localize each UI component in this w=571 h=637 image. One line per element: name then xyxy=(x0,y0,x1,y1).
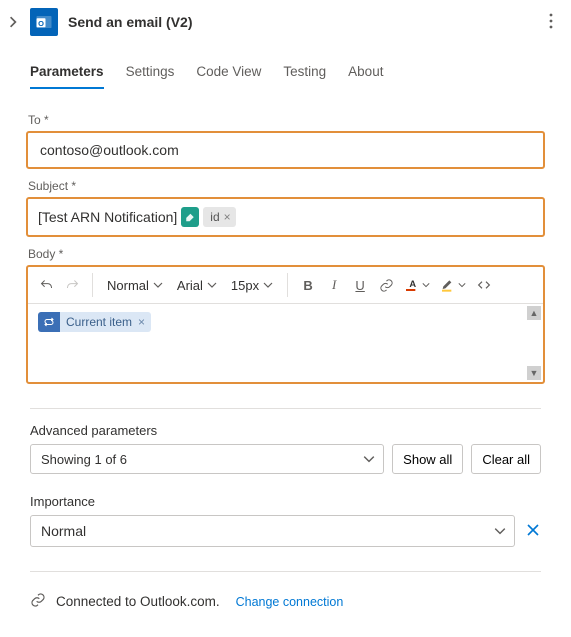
font-color-button[interactable]: A xyxy=(400,271,434,299)
more-menu-icon[interactable] xyxy=(545,9,557,36)
size-select[interactable]: 15px xyxy=(225,271,279,299)
svg-text:O: O xyxy=(38,19,44,28)
scroll-down-button[interactable]: ▼ xyxy=(527,366,541,380)
body-label: Body * xyxy=(28,247,543,261)
importance-select[interactable]: Normal xyxy=(30,515,515,547)
body-token-current-item[interactable]: Current item × xyxy=(60,312,151,332)
to-label: To * xyxy=(28,113,543,127)
rte-toolbar: Normal Arial 15px B I U A xyxy=(28,267,543,304)
divider xyxy=(30,571,541,572)
to-field[interactable] xyxy=(26,131,545,169)
link-button[interactable] xyxy=(374,271,398,299)
show-all-button[interactable]: Show all xyxy=(392,444,463,474)
code-view-button[interactable] xyxy=(472,271,496,299)
undo-button[interactable] xyxy=(34,271,58,299)
chevron-down-icon xyxy=(422,281,430,289)
remove-token-icon[interactable]: × xyxy=(138,315,145,329)
change-connection-link[interactable]: Change connection xyxy=(236,595,344,609)
body-editor[interactable]: Current item × ▲ ▼ xyxy=(28,304,543,382)
italic-button[interactable]: I xyxy=(322,271,346,299)
importance-label: Importance xyxy=(30,494,541,509)
tab-testing[interactable]: Testing xyxy=(283,58,326,89)
size-value: 15px xyxy=(231,278,259,293)
style-select[interactable]: Normal xyxy=(101,271,169,299)
token-label: Current item xyxy=(66,315,132,329)
token-label: id xyxy=(210,210,219,224)
outlook-icon: O xyxy=(30,8,58,36)
connection-status: Connected to Outlook.com. xyxy=(56,594,220,609)
link-icon xyxy=(30,592,46,611)
subject-token-id[interactable]: id × xyxy=(203,207,235,227)
advanced-label: Advanced parameters xyxy=(30,423,541,438)
tab-bar: Parameters Settings Code View Testing Ab… xyxy=(0,58,571,89)
tab-parameters[interactable]: Parameters xyxy=(30,58,104,89)
expand-caret[interactable] xyxy=(6,16,20,28)
font-value: Arial xyxy=(177,278,203,293)
chevron-down-icon xyxy=(263,280,273,290)
subject-label: Subject * xyxy=(28,179,543,193)
tab-settings[interactable]: Settings xyxy=(126,58,175,89)
redo-button[interactable] xyxy=(60,271,84,299)
chevron-down-icon xyxy=(363,453,375,465)
style-value: Normal xyxy=(107,278,149,293)
chevron-down-icon xyxy=(458,281,466,289)
highlight-button[interactable] xyxy=(436,271,470,299)
body-field: Normal Arial 15px B I U A xyxy=(26,265,545,384)
chevron-down-icon xyxy=(494,525,506,537)
card-title: Send an email (V2) xyxy=(68,14,192,30)
connection-row: Connected to Outlook.com. Change connect… xyxy=(0,592,571,611)
clear-all-button[interactable]: Clear all xyxy=(471,444,541,474)
dynamic-content-icon xyxy=(181,207,199,227)
chevron-down-icon xyxy=(207,280,217,290)
underline-button[interactable]: U xyxy=(348,271,372,299)
bold-button[interactable]: B xyxy=(296,271,320,299)
font-select[interactable]: Arial xyxy=(171,271,223,299)
subject-text: [Test ARN Notification] xyxy=(38,209,177,225)
tab-about[interactable]: About xyxy=(348,58,383,89)
importance-clear-button[interactable] xyxy=(525,522,541,541)
scroll-up-button[interactable]: ▲ xyxy=(527,306,541,320)
to-input[interactable] xyxy=(38,141,533,159)
card-header: O Send an email (V2) xyxy=(0,0,571,44)
advanced-select[interactable]: Showing 1 of 6 xyxy=(30,444,384,474)
importance-value: Normal xyxy=(41,523,86,539)
svg-text:A: A xyxy=(409,279,416,289)
loop-icon xyxy=(38,312,60,332)
advanced-select-value: Showing 1 of 6 xyxy=(41,452,127,467)
subject-field[interactable]: [Test ARN Notification] id × xyxy=(26,197,545,237)
chevron-down-icon xyxy=(153,280,163,290)
tab-codeview[interactable]: Code View xyxy=(196,58,261,89)
remove-token-icon[interactable]: × xyxy=(224,210,231,224)
